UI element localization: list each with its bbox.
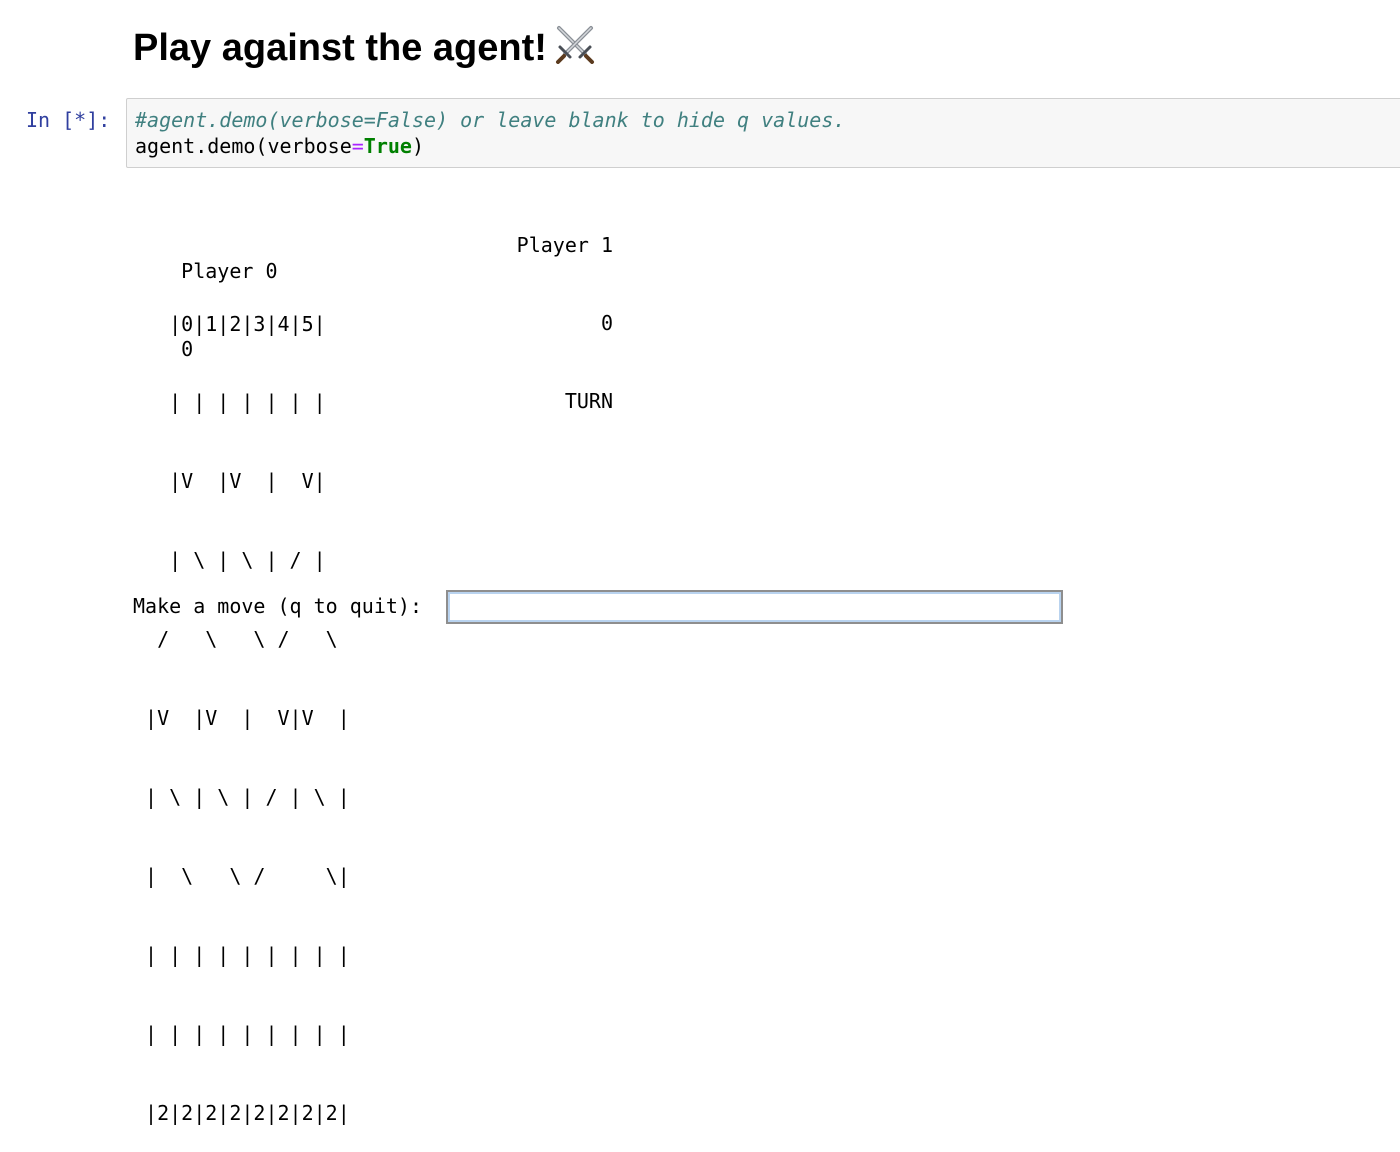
- board-line: / \ \ / \: [133, 627, 338, 652]
- player-1-score: 0: [600, 311, 613, 335]
- move-prompt-label: Make a move (q to quit):: [133, 594, 422, 618]
- board-line: | | | | | | | | |: [133, 942, 350, 967]
- code-operator: =: [351, 134, 364, 158]
- board-line: |V |V | V|: [133, 469, 326, 494]
- code-call: agent.demo(verbose: [135, 134, 352, 158]
- player-labels-row: Player 0 Player 1: [133, 232, 613, 283]
- board-line: |V |V | V|V |: [133, 706, 350, 731]
- board-line: |2|2|2|2|2|2|2|2|: [133, 1100, 350, 1125]
- cell-prompt: In [*]:: [26, 108, 111, 132]
- code-keyword: True: [363, 134, 412, 158]
- board-line: | | | | | | |: [133, 390, 326, 415]
- board-line: | \ \ / \|: [133, 863, 350, 888]
- board-line: |0|1|2|3|4|5|: [133, 311, 326, 336]
- board-line: | | | | | | | | |: [133, 1021, 350, 1046]
- player-1-label: Player 1: [516, 233, 613, 257]
- code-close-paren: ): [411, 134, 425, 158]
- game-board: |0|1|2|3|4|5| | | | | | | | |V |V | V| |…: [133, 258, 350, 1152]
- code-cell[interactable]: #agent.demo(verbose=False) or leave blan…: [126, 98, 1400, 168]
- move-input[interactable]: [446, 590, 1063, 624]
- code-line-2: agent.demo(verbose=True): [135, 133, 1400, 159]
- turn-indicator: TURN: [564, 389, 613, 413]
- page-title-text: Play against the agent!: [133, 27, 547, 69]
- page-title: Play against the agent!: [133, 22, 597, 74]
- board-line: | \ | \ | / | \ |: [133, 784, 350, 809]
- code-comment: #agent.demo(verbose=False) or leave blan…: [135, 108, 846, 132]
- code-line-1: #agent.demo(verbose=False) or leave blan…: [135, 107, 1400, 133]
- crossed-swords-icon: [555, 26, 594, 64]
- board-line: | \ | \ | / |: [133, 548, 326, 573]
